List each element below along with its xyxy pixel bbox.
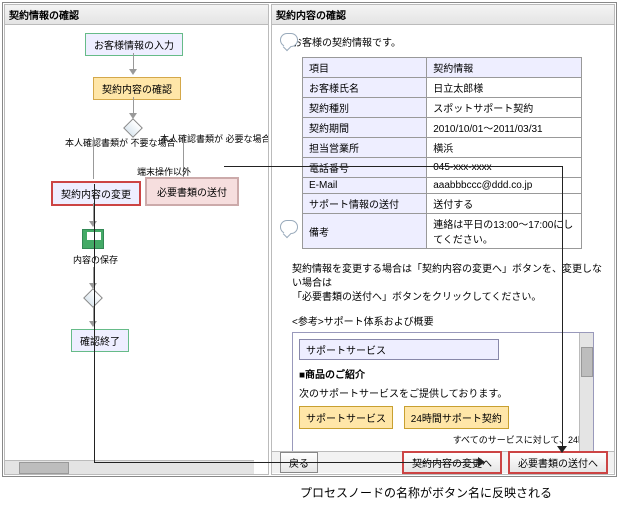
row-key: 契約種別 <box>303 98 427 118</box>
row-val: 045-xxx-xxxx <box>427 158 582 178</box>
v-scrollbar[interactable] <box>579 333 593 452</box>
row-key: 担当営業所 <box>303 138 427 158</box>
label-docs: 本人確認書類が 必要な場合 <box>160 135 268 145</box>
speech-icon <box>280 33 298 47</box>
right-pane: 契約内容の確認 お客様の契約情報です。 項目契約情報お客様氏名日立太郎様契約種別… <box>271 4 615 475</box>
decision-end <box>83 288 103 308</box>
connector-line <box>94 462 480 463</box>
service-tag-1[interactable]: サポートサービス <box>299 406 393 429</box>
table-row: 担当営業所横浜 <box>303 138 582 158</box>
table-row: 電話番号045-xxx-xxxx <box>303 158 582 178</box>
node-done[interactable]: 確認終了 <box>71 329 129 352</box>
table-row: 契約期間2010/10/01～2011/03/31 <box>303 118 582 138</box>
save-icon <box>82 229 104 249</box>
node-confirm[interactable]: 契約内容の確認 <box>93 77 181 100</box>
row-key: E-Mail <box>303 178 427 194</box>
node-send[interactable]: 必要書類の送付 <box>145 177 239 206</box>
left-pane-header: 契約情報の確認 <box>5 5 268 25</box>
table-row: お客様氏名日立太郎様 <box>303 78 582 98</box>
reference-label: <参考>サポート体系および概要 <box>292 313 604 328</box>
row-val: 連絡は平日の13:00～17:00にしてください。 <box>427 214 582 249</box>
arrow-right-icon <box>478 457 490 467</box>
table-row: 備考連絡は平日の13:00～17:00にしてください。 <box>303 214 582 249</box>
table-row: サポート情報の送付送付する <box>303 194 582 214</box>
row-key: 電話番号 <box>303 158 427 178</box>
decision-docs <box>123 118 143 138</box>
connector-line <box>562 166 563 448</box>
connector-line <box>224 166 562 167</box>
label-no-docs: 本人確認書類が 不要な場合 <box>65 139 176 149</box>
row-key: 契約期間 <box>303 118 427 138</box>
row-key: サポート情報の送付 <box>303 194 427 214</box>
service-box: サポートサービス ■商品のご紹介 次のサポートサービスをご提供しております。 サ… <box>292 332 594 453</box>
row-val: aaabbbccc@ddd.co.jp <box>427 178 582 194</box>
row-val: 送付する <box>427 194 582 214</box>
contract-table: 項目契約情報お客様氏名日立太郎様契約種別スポットサポート契約契約期間2010/1… <box>302 57 582 249</box>
speech-icon <box>280 220 298 234</box>
row-val: スポットサポート契約 <box>427 98 582 118</box>
table-row: E-Mailaaabbbccc@ddd.co.jp <box>303 178 582 194</box>
intro-text: お客様の契約情報です。 <box>292 37 604 51</box>
service-footer: すべてのサービスに対して、24時 <box>299 433 587 446</box>
col-val: 契約情報 <box>427 58 582 78</box>
service-text: 次のサポートサービスをご提供しております。 <box>299 385 587 400</box>
col-key: 項目 <box>303 58 427 78</box>
arrow-down-icon <box>557 446 567 458</box>
service-header: サポートサービス <box>299 339 499 360</box>
row-val: 日立太郎様 <box>427 78 582 98</box>
service-subtitle: ■商品のご紹介 <box>299 366 587 381</box>
connector-line <box>94 184 95 462</box>
row-key: お客様氏名 <box>303 78 427 98</box>
node-save[interactable]: 内容の保存 <box>73 253 118 266</box>
row-val: 横浜 <box>427 138 582 158</box>
node-input[interactable]: お客様情報の入力 <box>85 33 183 56</box>
row-val: 2010/10/01～2011/03/31 <box>427 118 582 138</box>
service-tag-2[interactable]: 24時間サポート契約 <box>404 406 509 429</box>
left-pane: 契約情報の確認 お客様情報の入力 契約内容の確認 本人確認書類が 不要な場合 本… <box>4 4 269 475</box>
row-key: 備考 <box>303 214 427 249</box>
caption-text: プロセスノードの名称がボタン名に反映される <box>300 484 552 501</box>
flowchart: お客様情報の入力 契約内容の確認 本人確認書類が 不要な場合 本人確認書類が 必… <box>5 25 268 445</box>
hint-text: 契約情報を変更する場合は「契約内容の変更へ」ボタンを、変更しない場合は「必要書類… <box>292 263 604 305</box>
right-pane-header: 契約内容の確認 <box>272 5 614 25</box>
node-change[interactable]: 契約内容の変更 <box>51 181 141 206</box>
table-row: 契約種別スポットサポート契約 <box>303 98 582 118</box>
